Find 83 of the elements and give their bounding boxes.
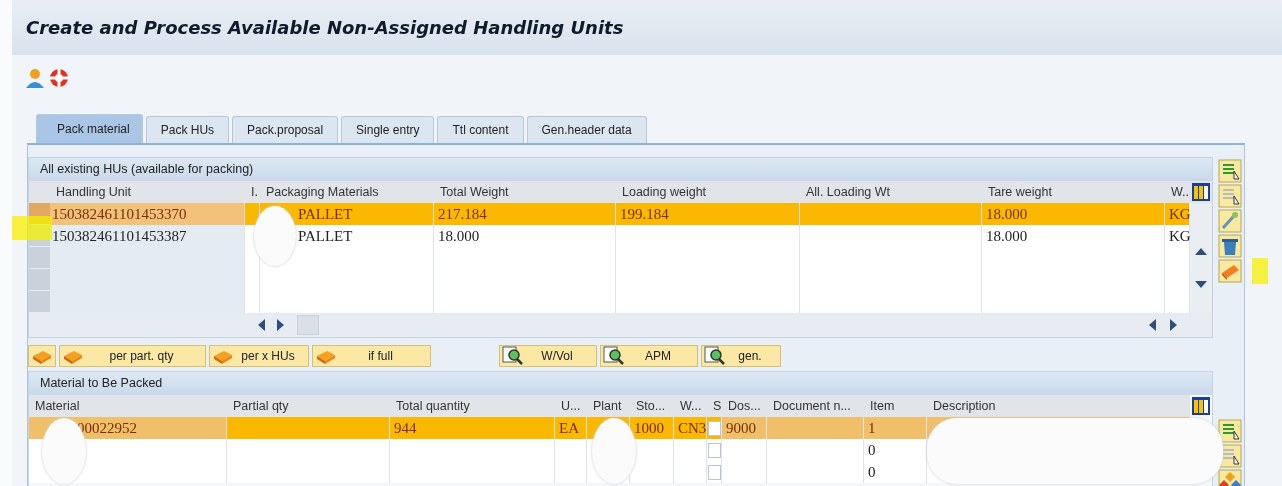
highlighter-mark bbox=[12, 216, 52, 240]
column-header[interactable]: All. Loading Wt bbox=[800, 181, 982, 203]
column-header[interactable]: Material bbox=[29, 395, 227, 417]
tab[interactable]: Gen.header data bbox=[526, 116, 647, 143]
scroll-up-icon[interactable] bbox=[1195, 247, 1207, 255]
section-header: All existing HUs (available for packing) bbox=[29, 158, 1212, 181]
scroll-right-icon[interactable] bbox=[277, 319, 285, 331]
column-header[interactable]: Description bbox=[927, 395, 1190, 417]
highlighter-mark bbox=[1252, 258, 1268, 284]
window-title: Create and Process Available Non-Assigned Handling Units bbox=[26, 17, 624, 38]
table-cell bbox=[1165, 291, 1190, 313]
section-header: Material to Be Packed bbox=[29, 372, 1212, 395]
horizontal-scrollbar[interactable] bbox=[29, 313, 1212, 337]
table-cell: 944 bbox=[390, 417, 555, 439]
find-button[interactable]: W/Vol bbox=[499, 345, 597, 367]
pack-button[interactable]: if full bbox=[312, 345, 431, 367]
deselect-all-icon[interactable] bbox=[1218, 184, 1242, 208]
scroll-down-icon[interactable] bbox=[1195, 281, 1207, 289]
column-header[interactable]: W... bbox=[674, 395, 707, 417]
table-cell: 150382461101453387 bbox=[50, 225, 245, 247]
person-icon[interactable] bbox=[24, 66, 46, 89]
table-cell: 150382461101453370 bbox=[50, 203, 245, 225]
scroll-right-icon[interactable] bbox=[1170, 319, 1178, 331]
trash-icon[interactable] bbox=[1218, 234, 1242, 258]
magnifier-icon bbox=[603, 346, 625, 366]
pack-button[interactable]: per x HUs bbox=[209, 345, 309, 367]
tab[interactable]: Ttl content bbox=[437, 116, 524, 143]
scroll-left-icon[interactable] bbox=[1148, 319, 1156, 331]
table-cell: 217.184 bbox=[434, 203, 616, 225]
table-cell bbox=[245, 203, 260, 225]
column-header[interactable]: Dos... bbox=[722, 395, 767, 417]
table-cell: 18.000 bbox=[434, 225, 616, 247]
table-cell bbox=[630, 461, 674, 483]
magnifier-icon bbox=[704, 346, 726, 366]
column-header[interactable]: Plant bbox=[587, 395, 630, 417]
table-cell: 18.000 bbox=[982, 203, 1165, 225]
find-button[interactable]: gen. bbox=[701, 345, 781, 367]
table-cell: 18.000 bbox=[982, 225, 1165, 247]
table-cell: 199.184 bbox=[616, 203, 800, 225]
column-header[interactable]: Handling Unit bbox=[50, 181, 245, 203]
tab[interactable]: Pack.proposal bbox=[232, 116, 339, 143]
eraser-icon[interactable] bbox=[1218, 259, 1242, 283]
table-cell: 0 bbox=[864, 461, 927, 483]
pack-button[interactable]: per part. qty bbox=[59, 345, 206, 367]
column-header[interactable]: Sto... bbox=[630, 395, 674, 417]
table-cell: CN3 bbox=[674, 417, 707, 439]
table-cell: EA bbox=[555, 417, 587, 439]
table-cell: 1 bbox=[864, 417, 927, 439]
table-cell: 0 bbox=[864, 439, 927, 461]
diamond-icon[interactable] bbox=[1218, 469, 1242, 486]
column-settings-icon[interactable] bbox=[1191, 182, 1211, 202]
column-header[interactable]: Document n... bbox=[767, 395, 864, 417]
column-header[interactable]: Total Weight bbox=[434, 181, 616, 203]
scroll-left-icon[interactable] bbox=[257, 319, 265, 331]
table-cell bbox=[245, 291, 260, 313]
column-header[interactable]: S bbox=[707, 395, 722, 417]
tab[interactable]: Pack material bbox=[36, 114, 143, 143]
wand-icon[interactable] bbox=[1218, 209, 1242, 233]
tab[interactable]: Pack HUs bbox=[145, 116, 230, 143]
pack-button[interactable] bbox=[28, 345, 56, 367]
column-header[interactable]: Loading weight bbox=[616, 181, 800, 203]
column-header[interactable]: Packaging Materials bbox=[260, 181, 434, 203]
vertical-scrollbar[interactable] bbox=[1190, 203, 1212, 313]
column-header[interactable]: U... bbox=[555, 395, 587, 417]
table-cell bbox=[555, 461, 587, 483]
tab[interactable]: Single entry bbox=[341, 116, 435, 143]
table-cell: 1000 bbox=[630, 417, 674, 439]
table-cell: 9000 bbox=[722, 417, 767, 439]
scroll-thumb[interactable] bbox=[297, 315, 319, 335]
table-cell: KG bbox=[1165, 225, 1190, 247]
magnifier-icon bbox=[502, 346, 524, 366]
column-header[interactable]: W... bbox=[1165, 181, 1190, 203]
table-cell bbox=[555, 439, 587, 461]
column-header[interactable]: Partial qty bbox=[227, 395, 390, 417]
column-header[interactable]: Tare weight bbox=[982, 181, 1165, 203]
select-all-icon[interactable] bbox=[1218, 159, 1242, 183]
lifebuoy-icon[interactable] bbox=[48, 66, 70, 89]
find-button[interactable]: APM bbox=[600, 345, 698, 367]
column-header[interactable]: I. bbox=[245, 181, 260, 203]
column-settings-icon[interactable] bbox=[1191, 396, 1211, 416]
column-header[interactable]: Total quantity bbox=[390, 395, 555, 417]
column-header[interactable]: Item bbox=[864, 395, 927, 417]
select-all-icon[interactable] bbox=[1218, 419, 1242, 443]
